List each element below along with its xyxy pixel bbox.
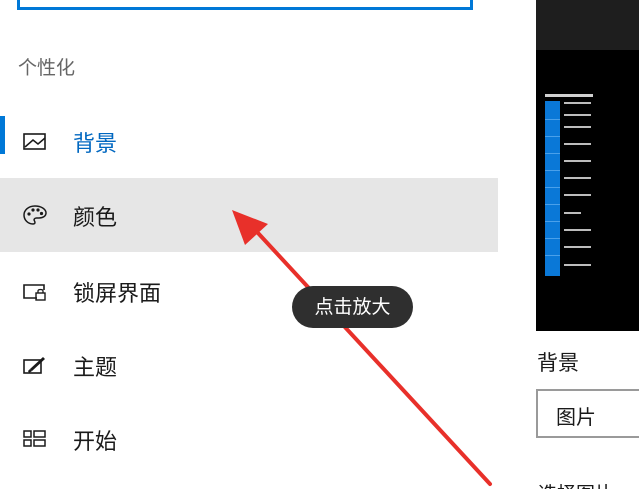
- background-section-label: 背景: [537, 351, 579, 375]
- desktop-preview: [536, 50, 639, 331]
- sidebar-item-background[interactable]: 背景: [0, 104, 498, 178]
- sidebar-item-theme[interactable]: 主题: [0, 328, 498, 402]
- sidebar-item-color[interactable]: 颜色: [0, 178, 498, 252]
- background-type-dropdown[interactable]: 图片: [536, 389, 639, 438]
- sidebar-item-lock-screen[interactable]: 锁屏界面: [0, 254, 498, 328]
- section-title: 个性化: [18, 57, 76, 79]
- start-tiles-icon: [23, 430, 46, 447]
- dropdown-selected-value: 图片: [556, 405, 596, 429]
- theme-brush-icon: [23, 357, 45, 374]
- preview-start-menu: [545, 94, 593, 276]
- sidebar-item-label: 锁屏界面: [73, 282, 162, 307]
- sidebar-item-label: 颜色: [73, 206, 118, 231]
- active-indicator: [0, 116, 5, 154]
- sidebar-item-label: 背景: [73, 132, 118, 157]
- lock-screen-icon: [23, 284, 46, 301]
- settings-nav-pane: 个性化 背景 颜色 锁屏界面 主题 开始: [0, 0, 498, 489]
- palette-icon: [23, 205, 47, 225]
- sidebar-item-label: 主题: [73, 356, 118, 381]
- search-input[interactable]: [17, 0, 473, 10]
- picture-icon: [23, 133, 46, 150]
- zoom-tooltip: 点击放大: [292, 286, 413, 328]
- sidebar-item-start[interactable]: 开始: [0, 402, 498, 476]
- preview-header-strip: [536, 0, 639, 50]
- choose-picture-label: 选择图片: [538, 479, 614, 489]
- sidebar-item-label: 开始: [73, 430, 118, 455]
